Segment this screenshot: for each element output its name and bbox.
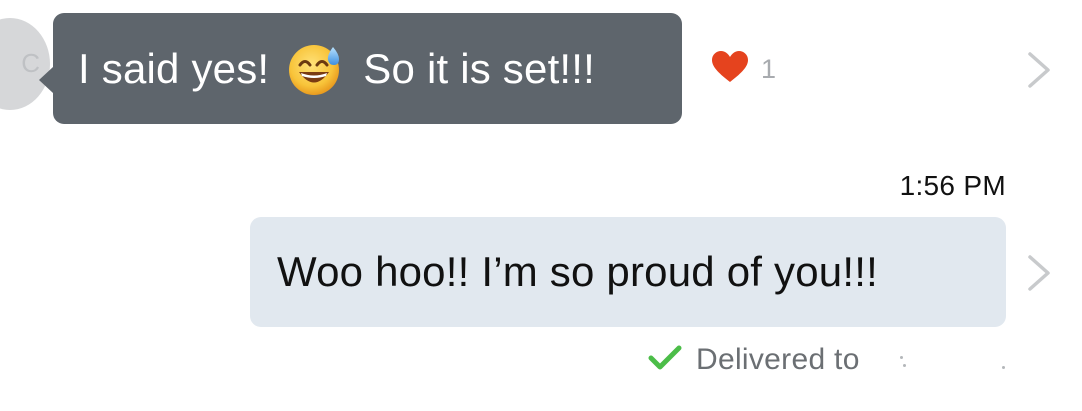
incoming-message-part-1: I said yes!: [78, 44, 270, 92]
redacted-mark: [900, 356, 903, 359]
avatar-initial: C: [21, 48, 40, 78]
heart-icon: [711, 50, 749, 89]
reaction-count: 1: [761, 54, 777, 84]
avatar[interactable]: C: [0, 18, 50, 110]
chevron-right-icon[interactable]: [1026, 51, 1052, 94]
incoming-message-bubble[interactable]: I said yes! So it is set!!!: [39, 13, 682, 124]
reaction-heart[interactable]: 1: [711, 50, 776, 89]
redacted-mark: [1002, 366, 1005, 369]
sweat-smile-emoji-icon: [287, 41, 343, 97]
message-timestamp: 1:56 PM: [899, 170, 1006, 201]
outgoing-message-text: Woo hoo!! I’m so proud of you!!!: [277, 248, 878, 295]
delivery-status-text: Delivered to: [696, 343, 860, 376]
incoming-message-part-2: So it is set!!!: [363, 44, 596, 92]
chevron-right-icon[interactable]: [1026, 254, 1052, 297]
redacted-mark: [903, 364, 906, 367]
incoming-message-text: I said yes! So it is set!!!: [78, 41, 595, 97]
delivery-status: Delivered to: [648, 339, 860, 381]
check-icon: [648, 344, 682, 377]
outgoing-message-bubble[interactable]: Woo hoo!! I’m so proud of you!!!: [250, 217, 1006, 327]
